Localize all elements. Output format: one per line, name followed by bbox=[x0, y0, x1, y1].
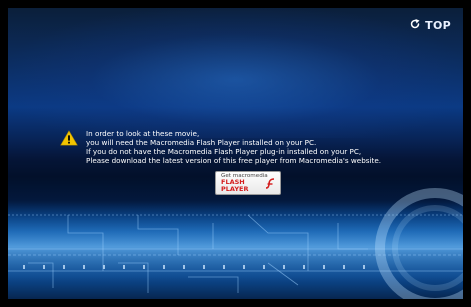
notice-line-4: Please download the latest version of th… bbox=[86, 156, 382, 165]
refresh-arrow-icon bbox=[409, 18, 421, 33]
notice-line-2: you will need the Macromedia Flash Playe… bbox=[86, 138, 317, 147]
get-flash-player-button[interactable]: Get macromedia FLASH PLAYER bbox=[215, 171, 281, 195]
glow-ring-decoration bbox=[375, 188, 463, 299]
warning-icon bbox=[60, 130, 78, 146]
flash-logo-icon bbox=[265, 178, 275, 189]
notice-line-3: If you do not have the Macromedia Flash … bbox=[86, 147, 362, 156]
top-button-label: TOP bbox=[425, 19, 451, 32]
notice-line-1: In order to look at these movie, bbox=[86, 129, 200, 138]
background-glow bbox=[8, 8, 463, 138]
top-button[interactable]: TOP bbox=[409, 18, 451, 33]
notice-text: In order to look at these movie, you wil… bbox=[86, 129, 381, 165]
flash-required-notice: In order to look at these movie, you wil… bbox=[60, 129, 455, 165]
flash-intro-stage: TOP In order to look at these movie, you… bbox=[8, 8, 463, 299]
